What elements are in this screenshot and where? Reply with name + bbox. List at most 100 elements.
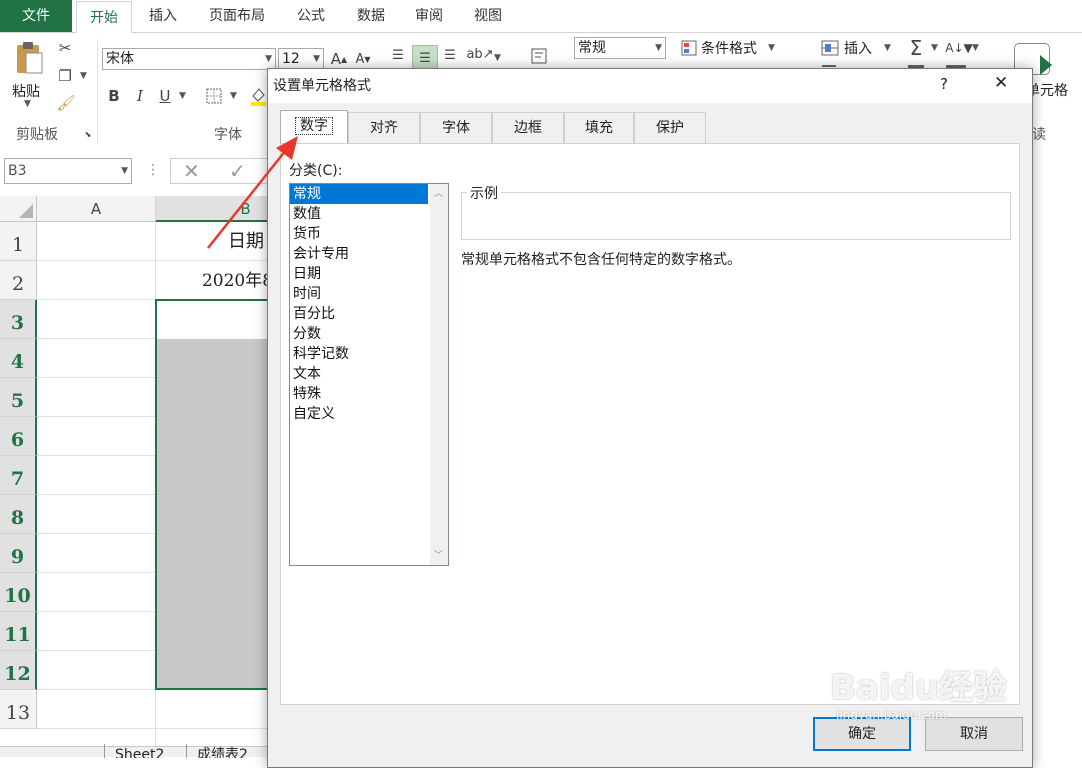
- sort-filter-icon[interactable]: A↓▼: [945, 38, 973, 58]
- font-name-select[interactable]: 宋体 ▼: [102, 48, 276, 70]
- conditional-format-dropdown-icon[interactable]: ▼: [768, 43, 775, 53]
- insert-cells-icon[interactable]: [820, 39, 840, 57]
- cut-icon[interactable]: ✂: [55, 38, 75, 58]
- row-header-7[interactable]: 7: [0, 456, 37, 495]
- category-item-fraction[interactable]: 分数: [290, 324, 428, 344]
- scroll-up-icon[interactable]: ︿: [434, 186, 443, 199]
- category-item-custom[interactable]: 自定义: [290, 404, 428, 424]
- category-item-general[interactable]: 常规: [290, 184, 428, 204]
- number-format-value: 常规: [578, 40, 606, 56]
- tab-protection[interactable]: 保护: [634, 112, 706, 143]
- name-box-value: B3: [8, 163, 27, 179]
- grid-line: [37, 494, 155, 495]
- ribbon-tab-bar: 文件 开始 插入 页面布局 公式 数据 审阅 视图: [0, 0, 1082, 33]
- row-header-10[interactable]: 10: [0, 573, 37, 612]
- scroll-down-icon[interactable]: ﹀: [434, 548, 443, 561]
- border-dropdown-icon[interactable]: ▼: [230, 91, 237, 101]
- format-painter-icon[interactable]: 🖌: [55, 93, 77, 113]
- category-item-currency[interactable]: 货币: [290, 224, 428, 244]
- copy-dropdown-icon[interactable]: ▼: [80, 71, 87, 81]
- tab-formulas[interactable]: 公式: [284, 0, 338, 32]
- row-header-6[interactable]: 6: [0, 417, 37, 456]
- tab-insert[interactable]: 插入: [136, 0, 190, 32]
- tab-home[interactable]: 开始: [76, 1, 132, 33]
- autosum-icon[interactable]: Σ: [906, 36, 926, 60]
- orientation-icon[interactable]: ab↗: [466, 43, 493, 65]
- column-header-a[interactable]: A: [37, 196, 156, 222]
- row-header-1[interactable]: 1: [0, 222, 37, 261]
- tab-alignment[interactable]: 对齐: [348, 112, 420, 143]
- bold-button[interactable]: B: [106, 85, 122, 107]
- sample-label: 示例: [467, 183, 501, 203]
- category-listbox[interactable]: 常规 数值 货币 会计专用 日期 时间 百分比 分数 科学记数 文本 特殊 自定…: [289, 183, 449, 566]
- wrap-text-icon[interactable]: [528, 45, 550, 67]
- paste-icon[interactable]: [12, 39, 46, 77]
- watermark-url: jingyan.baidu.com: [836, 708, 947, 722]
- conditional-format-button[interactable]: 条件格式: [701, 38, 757, 58]
- row-header-2[interactable]: 2: [0, 261, 37, 300]
- shrink-font-icon[interactable]: A ▼: [354, 48, 372, 70]
- underline-dropdown-icon[interactable]: ▼: [179, 91, 186, 101]
- category-item-date[interactable]: 日期: [290, 264, 428, 284]
- copy-icon[interactable]: ❐: [55, 66, 75, 86]
- category-scrollbar[interactable]: ︿ ﹀: [430, 184, 448, 565]
- fill-color-icon[interactable]: [250, 85, 266, 107]
- row-header-9[interactable]: 9: [0, 534, 37, 573]
- tab-view[interactable]: 视图: [460, 0, 516, 32]
- grow-font-icon[interactable]: A ▲: [330, 48, 348, 70]
- dialog-launcher-icon[interactable]: ⬊: [83, 129, 93, 139]
- row-header-3[interactable]: 3: [0, 300, 37, 339]
- tab-review[interactable]: 审阅: [402, 0, 456, 32]
- tab-fill[interactable]: 填充: [564, 112, 634, 143]
- row-header-8[interactable]: 8: [0, 495, 37, 534]
- number-format-select[interactable]: 常规 ▼: [574, 37, 666, 59]
- category-item-percentage[interactable]: 百分比: [290, 304, 428, 324]
- grid-line: [37, 338, 155, 339]
- insert-button[interactable]: 插入: [844, 38, 872, 58]
- conditional-format-icon[interactable]: [680, 39, 698, 57]
- tab-font[interactable]: 字体: [420, 112, 492, 143]
- italic-button[interactable]: I: [132, 85, 148, 107]
- category-item-text[interactable]: 文本: [290, 364, 428, 384]
- underline-button[interactable]: U: [157, 85, 173, 107]
- chevron-down-icon: ▼: [655, 43, 662, 53]
- help-button[interactable]: ?: [940, 75, 948, 93]
- orientation-dropdown-icon[interactable]: ▼: [494, 53, 501, 63]
- row-header-5[interactable]: 5: [0, 378, 37, 417]
- paste-dropdown-icon[interactable]: ▼: [24, 99, 31, 109]
- grid-line: [37, 650, 155, 651]
- delete-cells-icon[interactable]: [822, 65, 836, 67]
- category-item-scientific[interactable]: 科学记数: [290, 344, 428, 364]
- category-item-number[interactable]: 数值: [290, 204, 428, 224]
- grid-line: [37, 572, 155, 573]
- row-header-12[interactable]: 12: [0, 651, 37, 690]
- category-item-time[interactable]: 时间: [290, 284, 428, 304]
- ok-button[interactable]: 确定: [813, 717, 911, 751]
- sort-filter-dropdown-icon[interactable]: ▼: [972, 43, 979, 53]
- tab-data[interactable]: 数据: [344, 0, 398, 32]
- dialog-title-bar: [268, 69, 1032, 103]
- tab-page-layout[interactable]: 页面布局: [196, 0, 278, 32]
- cancel-entry-icon[interactable]: ✕: [183, 159, 200, 183]
- select-all-corner[interactable]: [0, 196, 37, 222]
- category-item-accounting[interactable]: 会计专用: [290, 244, 428, 264]
- editing-group-label: 读: [1032, 127, 1046, 143]
- name-box[interactable]: B3 ▼: [4, 158, 132, 184]
- row-header-11[interactable]: 11: [0, 612, 37, 651]
- cancel-button[interactable]: 取消: [925, 717, 1023, 751]
- paste-button[interactable]: 粘贴: [12, 81, 40, 101]
- align-bottom-icon[interactable]: ☰: [440, 45, 460, 65]
- more-options-icon[interactable]: ⋮: [146, 162, 160, 178]
- autosum-dropdown-icon[interactable]: ▼: [931, 43, 938, 53]
- row-header-4[interactable]: 4: [0, 339, 37, 378]
- insert-dropdown-icon[interactable]: ▼: [884, 43, 891, 53]
- border-icon[interactable]: [204, 85, 224, 107]
- tab-file[interactable]: 文件: [0, 0, 72, 32]
- row-header-13[interactable]: 13: [0, 690, 37, 729]
- align-top-icon[interactable]: ☰: [388, 45, 408, 65]
- close-icon[interactable]: ✕: [994, 73, 1008, 93]
- font-size-select[interactable]: 12 ▼: [278, 48, 324, 70]
- format-description: 常规单元格格式不包含任何特定的数字格式。: [461, 252, 741, 268]
- category-item-special[interactable]: 特殊: [290, 384, 428, 404]
- tab-border[interactable]: 边框: [492, 112, 564, 143]
